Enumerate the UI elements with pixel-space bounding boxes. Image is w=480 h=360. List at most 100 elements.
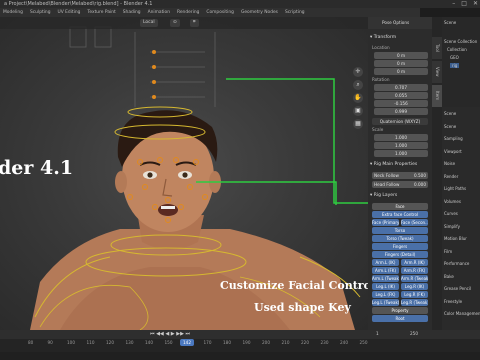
tab-view[interactable]: View xyxy=(432,61,442,83)
properties-row[interactable]: Viewport xyxy=(444,149,462,154)
outliner-collection[interactable]: Collection xyxy=(447,47,467,52)
rotation-mode-dropdown[interactable]: Quaternion (WXYZ) xyxy=(372,118,428,125)
scale-x[interactable]: 1.000 xyxy=(374,134,428,141)
tab-geometry-nodes[interactable]: Geometry Nodes xyxy=(241,8,278,17)
snap-toggle[interactable]: ⌗ xyxy=(190,19,199,27)
caption-line-1: Customize Facial Control xyxy=(220,279,368,292)
minimize-icon[interactable]: – xyxy=(452,0,455,8)
rotation-y[interactable]: -0.156 xyxy=(374,100,428,107)
outliner-scene-label[interactable]: Scene xyxy=(444,20,456,25)
outliner-scene-collection[interactable]: Scene Collection xyxy=(444,39,477,44)
zoom-icon[interactable]: ⌕ xyxy=(353,80,363,90)
properties-row[interactable]: Sampling xyxy=(444,136,463,141)
tab-tool[interactable]: Tool xyxy=(432,37,442,59)
timeline-tick-label: 240 xyxy=(340,340,348,345)
playback-buttons[interactable]: ⏮ ◀◀ ◀ ▶ ▶▶ ⏭ xyxy=(150,331,190,337)
tab-scripting[interactable]: Scripting xyxy=(285,8,305,17)
tab-uv-editing[interactable]: UV Editing xyxy=(58,8,81,17)
scale-y[interactable]: 1.000 xyxy=(374,142,428,149)
rig-layer-button[interactable]: Torso (Tweak) xyxy=(372,235,428,242)
properties-row[interactable]: Simplify xyxy=(444,224,460,229)
rig-layer-button[interactable]: Leg.R (IK) xyxy=(401,283,428,290)
tab-item[interactable]: Item xyxy=(432,85,442,107)
tab-animation[interactable]: Animation xyxy=(148,8,170,17)
end-frame[interactable]: 250 xyxy=(410,331,418,336)
outliner-rig[interactable]: rig xyxy=(450,63,460,68)
outliner-geo[interactable]: GEO xyxy=(450,55,459,60)
rig-layer-button[interactable]: Leg.L (Tweak) xyxy=(372,299,399,306)
properties-row[interactable]: Volumes xyxy=(444,199,461,204)
properties-row[interactable]: Performance xyxy=(444,261,469,266)
rig-layer-button[interactable]: Face xyxy=(372,203,428,210)
rig-layer-button[interactable]: Face (Primary) xyxy=(372,219,399,226)
tab-texture-paint[interactable]: Texture Paint xyxy=(87,8,115,17)
timeline-tick-label: 130 xyxy=(125,340,134,345)
rig-main-section[interactable]: ▾ Rig Main Properties xyxy=(370,162,430,167)
properties-row[interactable]: Film xyxy=(444,249,452,254)
sidebar-n-panel: Pose Options ▾ Transform Location 0 m 0 … xyxy=(368,17,432,330)
start-frame[interactable]: 1 xyxy=(376,331,379,336)
transform-orientation-dropdown[interactable]: Local xyxy=(140,19,158,27)
maximize-icon[interactable]: □ xyxy=(461,0,467,8)
properties-row[interactable]: Scene xyxy=(444,111,456,116)
tab-compositing[interactable]: Compositing xyxy=(206,8,234,17)
tab-shading[interactable]: Shading xyxy=(123,8,141,17)
close-icon[interactable]: ✕ xyxy=(473,0,478,8)
rig-layer-button[interactable]: Fingers xyxy=(372,243,428,250)
scale-z[interactable]: 1.000 xyxy=(374,150,428,157)
neck-follow-label: Neck Follow xyxy=(374,173,399,178)
timeline-tick-label: 180 xyxy=(223,340,231,345)
properties-row[interactable]: Freestyle xyxy=(444,299,462,304)
rig-layer-button[interactable]: Leg.R (Tweak) xyxy=(401,299,428,306)
timeline-tick-label: 110 xyxy=(86,340,95,345)
rig-layer-button[interactable]: Property xyxy=(372,307,428,314)
grid-icon[interactable]: ▦ xyxy=(353,119,363,129)
properties-row[interactable]: Noise xyxy=(444,161,455,166)
rig-layer-button[interactable]: Leg.L (IK) xyxy=(372,283,399,290)
location-z[interactable]: 0 m xyxy=(374,68,428,75)
pose-options-label[interactable]: Pose Options xyxy=(382,20,409,25)
location-x[interactable]: 0 m xyxy=(374,52,428,59)
location-y[interactable]: 0 m xyxy=(374,60,428,67)
rig-layer-button[interactable]: Leg.L (FK) xyxy=(372,291,399,298)
rig-layer-button[interactable]: Leg.R (FK) xyxy=(401,291,428,298)
properties-row[interactable]: Grease Pencil xyxy=(444,286,471,291)
properties-row[interactable]: Curves xyxy=(444,211,458,216)
rig-layer-button[interactable]: Arm.L (FK) xyxy=(372,267,399,274)
rig-layer-button[interactable]: Extra face Control xyxy=(372,211,428,218)
rig-layer-button[interactable]: Arm.L (Tweak) xyxy=(372,275,399,282)
properties-row[interactable]: Light Paths xyxy=(444,186,466,191)
tab-sculpting[interactable]: Sculpting xyxy=(30,8,51,17)
rig-layer-button[interactable]: Fingers (Detail) xyxy=(372,251,428,258)
rotation-z[interactable]: 0.999 xyxy=(374,108,428,115)
axis-gizmo-icon[interactable]: ✛ xyxy=(353,67,363,77)
tab-modeling[interactable]: Modeling xyxy=(3,8,23,17)
rotation-x[interactable]: 0.055 xyxy=(374,92,428,99)
transform-section[interactable]: ▾ Transform xyxy=(370,35,430,40)
scale-label: Scale xyxy=(372,127,384,132)
rotation-w[interactable]: 0.707 xyxy=(374,84,428,91)
rig-layer-button[interactable]: Face (Secon... xyxy=(401,219,428,226)
tab-rendering[interactable]: Rendering xyxy=(177,8,199,17)
properties-row[interactable]: Motion Blur xyxy=(444,236,467,241)
head-follow-slider[interactable]: Head Follow 0.000 xyxy=(372,181,428,188)
location-label: Location xyxy=(372,45,390,50)
pan-hand-icon[interactable]: ✋ xyxy=(353,93,363,103)
rig-layer-button[interactable]: Arm.R (Tweak) xyxy=(401,275,428,282)
3d-viewport[interactable]: Local ⊙ ⌗ ✛ ⌕ ✋ ▣ ▦ der 4.1 Customize Fa… xyxy=(0,17,368,330)
rig-layer-button[interactable]: Arm.L (IK) xyxy=(372,259,399,266)
camera-icon[interactable]: ▣ xyxy=(353,106,363,116)
rig-layers-section[interactable]: ▾ Rig Layers xyxy=(370,193,430,198)
current-frame-indicator[interactable]: 142 xyxy=(180,339,194,346)
neck-follow-slider[interactable]: Neck Follow 0.500 xyxy=(372,172,428,179)
rig-layer-button[interactable]: Arm.R (FK) xyxy=(401,267,428,274)
properties-row[interactable]: Scene xyxy=(444,124,456,129)
properties-row[interactable]: Color Management xyxy=(444,311,480,316)
properties-row[interactable]: Render xyxy=(444,174,458,179)
rig-layer-button[interactable]: Torso xyxy=(372,227,428,234)
timeline-tick-label: 210 xyxy=(281,340,290,345)
properties-row[interactable]: Bake xyxy=(444,274,454,279)
pivot-dropdown[interactable]: ⊙ xyxy=(170,19,180,27)
rig-layer-button[interactable]: Arm.R (IK) xyxy=(401,259,428,266)
rig-layer-button[interactable]: Root xyxy=(372,315,428,322)
